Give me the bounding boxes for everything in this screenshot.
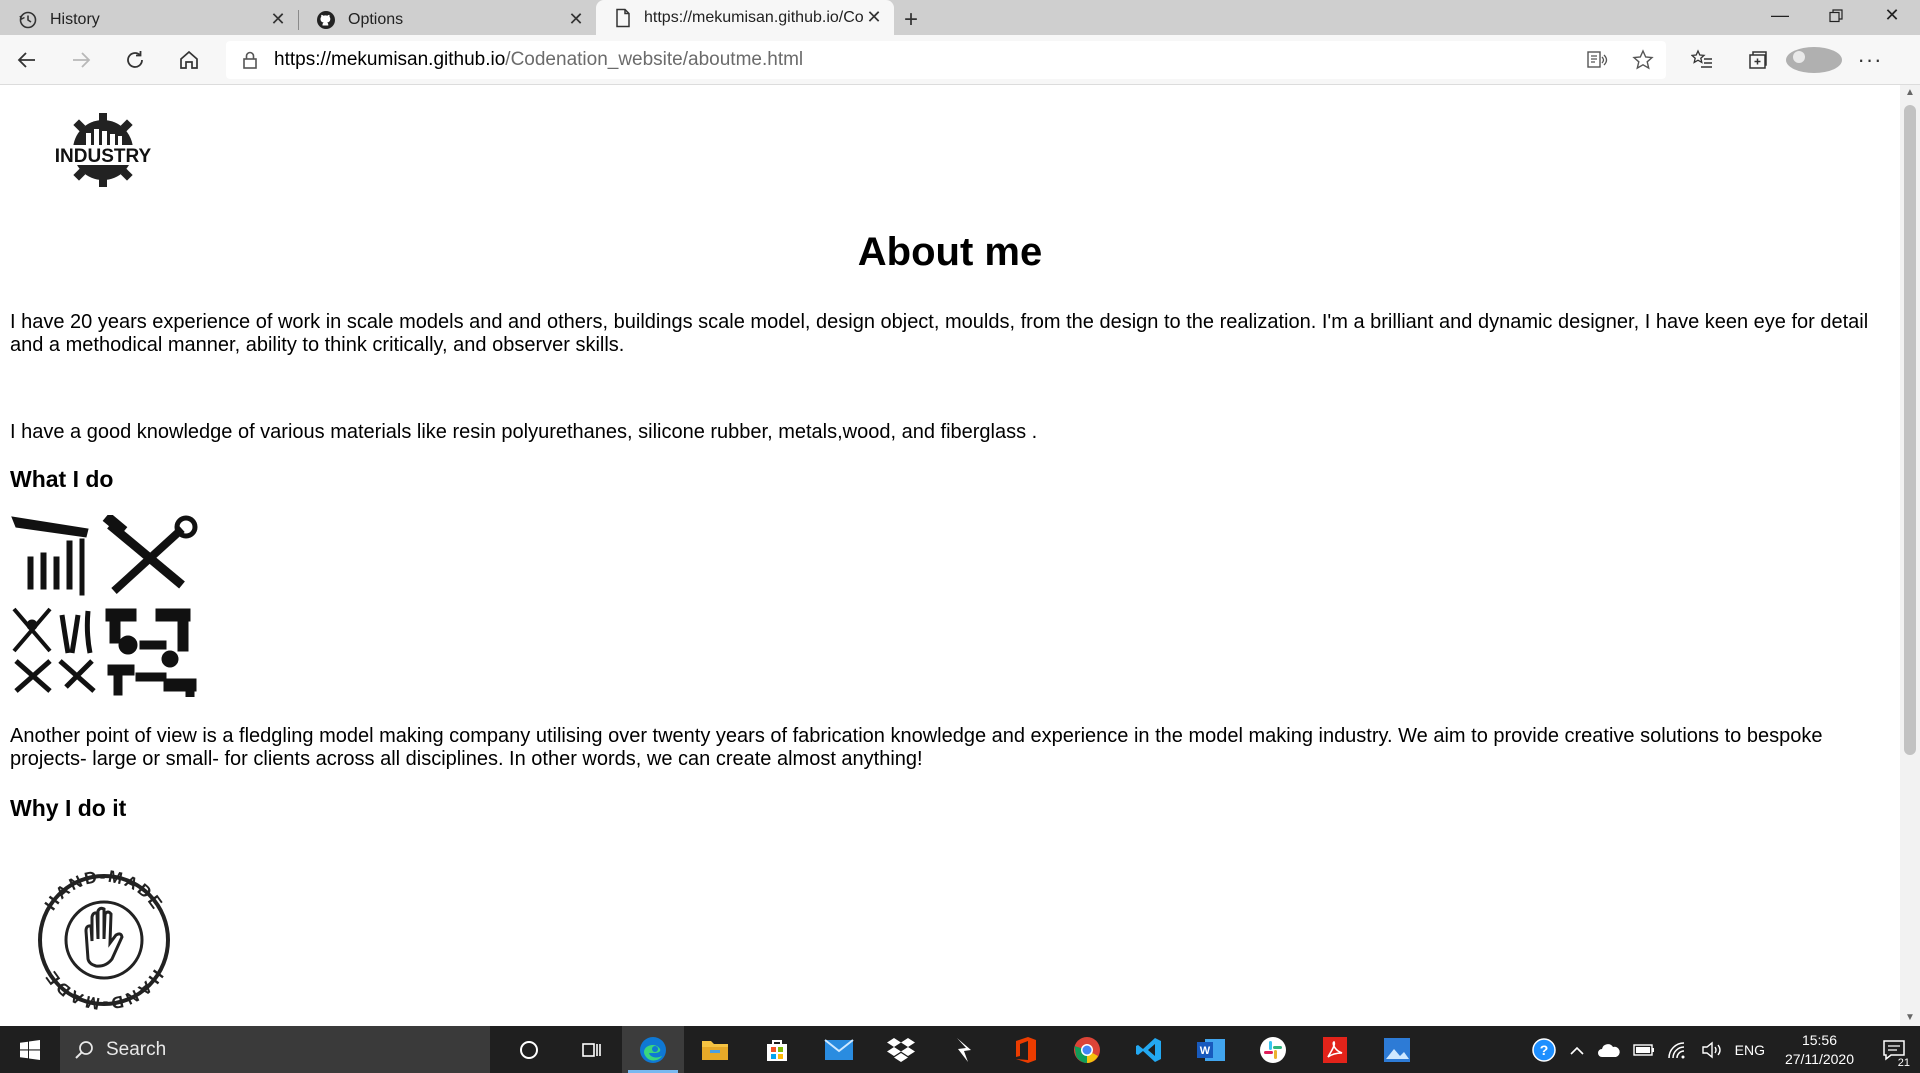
what-i-do-paragraph: Another point of view is a fledgling mod…	[10, 725, 1823, 770]
search-placeholder: Search	[106, 1038, 167, 1060]
clock-time: 15:56	[1801, 1031, 1837, 1048]
minimize-icon[interactable]: —	[1752, 0, 1808, 31]
svg-text:W: W	[1200, 1045, 1211, 1057]
tools-image	[11, 515, 198, 697]
favorites-icon[interactable]	[1674, 47, 1730, 73]
taskbar-apps: W	[498, 1026, 1428, 1073]
page-title: About me	[857, 230, 1043, 274]
chrome-icon[interactable]	[1056, 1026, 1118, 1073]
notifications-icon[interactable]: 21	[1874, 1039, 1914, 1069]
read-aloud-icon[interactable]	[1574, 49, 1620, 71]
tab-aboutme[interactable]: https://mekumisan.github.io/Codenation_w…	[596, 0, 894, 35]
window-controls: — ✕	[1752, 0, 1920, 31]
language-indicator[interactable]: ENG	[1735, 1042, 1765, 1058]
search-icon	[75, 1040, 93, 1059]
page-scrollbar[interactable]: ▲ ▼	[1900, 85, 1920, 1026]
photos-icon[interactable]	[1366, 1026, 1428, 1073]
tab-close-icon[interactable]: ✕	[268, 9, 288, 30]
url-path: /Codenation_website/aboutme.html	[505, 48, 804, 70]
why-i-do-it-heading: Why I do it	[10, 795, 127, 821]
wifi-icon[interactable]	[1667, 1041, 1689, 1059]
url-host: https://mekumisan.github.io	[274, 48, 506, 70]
edge-icon[interactable]	[622, 1026, 684, 1073]
lock-icon[interactable]	[242, 50, 258, 70]
acrobat-icon[interactable]	[1304, 1026, 1366, 1073]
forward-icon[interactable]	[54, 40, 108, 80]
what-i-do-heading: What I do	[10, 466, 114, 492]
store-icon[interactable]	[746, 1026, 808, 1073]
collections-icon[interactable]	[1730, 47, 1786, 73]
clock-date: 27/11/2020	[1784, 1050, 1854, 1067]
address-bar[interactable]: https://mekumisan.github.io/Codenation_w…	[226, 40, 1666, 79]
office-icon[interactable]	[994, 1026, 1056, 1073]
clock[interactable]: 15:56 27/11/2020	[1785, 1031, 1854, 1069]
tab-close-icon[interactable]: ✕	[566, 9, 586, 30]
history-icon	[19, 11, 37, 28]
favorite-star-icon[interactable]	[1620, 48, 1666, 71]
system-tray: ? ENG 15:56 27/11/2020 21	[1525, 1031, 1920, 1069]
battery-icon[interactable]	[1632, 1043, 1655, 1057]
page-viewport: INDUSTRY About me I have 20 years experi…	[0, 85, 1900, 1026]
dropbox-icon[interactable]	[870, 1026, 932, 1073]
home-icon[interactable]	[162, 40, 216, 80]
windows-start-icon[interactable]	[0, 1026, 60, 1073]
page-icon	[616, 8, 630, 27]
url-text[interactable]: https://mekumisan.github.io/Codenation_w…	[274, 49, 803, 71]
toolbar-right: ···	[1674, 46, 1898, 73]
handmade-stamp-image: HAND-MADE HAND-MADE	[38, 867, 170, 1013]
slack-icon[interactable]	[1242, 1026, 1304, 1073]
github-desktop-icon[interactable]	[932, 1026, 994, 1073]
browser-toolbar: https://mekumisan.github.io/Codenation_w…	[0, 35, 1920, 85]
scroll-down-icon[interactable]: ▼	[1904, 1012, 1916, 1024]
cortana-icon[interactable]	[498, 1026, 560, 1073]
scroll-up-icon[interactable]: ▲	[1904, 87, 1916, 99]
scrollbar-thumb[interactable]	[1904, 105, 1916, 755]
materials-paragraph: I have a good knowledge of various mater…	[10, 421, 1038, 443]
windows-taskbar: Search W ? ENG 15:56 27/11/2020 21	[0, 1026, 1920, 1073]
url-actions	[1574, 48, 1666, 71]
logo-text: INDUSTRY	[55, 146, 152, 167]
tab-options[interactable]: Options ✕	[298, 4, 596, 35]
tab-strip: History ✕ Options ✕ https://mekumisan.gi…	[0, 0, 1920, 35]
tab-close-icon[interactable]: ✕	[864, 7, 884, 28]
notification-count: 21	[1897, 1056, 1910, 1069]
chevron-up-icon[interactable]	[1569, 1044, 1585, 1056]
avatar	[1786, 46, 1842, 73]
more-menu-icon[interactable]: ···	[1842, 47, 1898, 73]
new-tab-button[interactable]: +	[894, 4, 928, 35]
close-window-icon[interactable]: ✕	[1864, 0, 1920, 31]
taskbar-search[interactable]: Search	[60, 1026, 490, 1073]
vscode-icon[interactable]	[1118, 1026, 1180, 1073]
svg-text:?: ?	[1539, 1042, 1548, 1058]
back-icon[interactable]	[0, 40, 54, 80]
tab-history[interactable]: History ✕	[0, 4, 298, 35]
tab-title: Options	[348, 10, 404, 28]
task-view-icon[interactable]	[560, 1026, 622, 1073]
github-icon	[317, 10, 335, 29]
word-icon[interactable]: W	[1180, 1026, 1242, 1073]
onedrive-icon[interactable]	[1597, 1042, 1621, 1058]
tab-title: https://mekumisan.github.io/Codenation_w…	[644, 8, 864, 26]
volume-icon[interactable]	[1701, 1041, 1723, 1059]
restore-icon[interactable]	[1808, 0, 1864, 31]
industry-logo: INDUSTRY	[50, 113, 156, 187]
profile-avatar[interactable]	[1786, 46, 1842, 73]
tab-title: History	[50, 10, 100, 28]
stamp-text-bottom: HAND-MADE	[41, 966, 167, 1013]
stamp-text-top: HAND-MADE	[41, 867, 167, 914]
refresh-icon[interactable]	[108, 40, 162, 80]
file-explorer-icon[interactable]	[684, 1026, 746, 1073]
help-icon[interactable]: ?	[1531, 1037, 1557, 1063]
mail-icon[interactable]	[808, 1026, 870, 1073]
intro-paragraph: I have 20 years experience of work in sc…	[10, 311, 1869, 356]
